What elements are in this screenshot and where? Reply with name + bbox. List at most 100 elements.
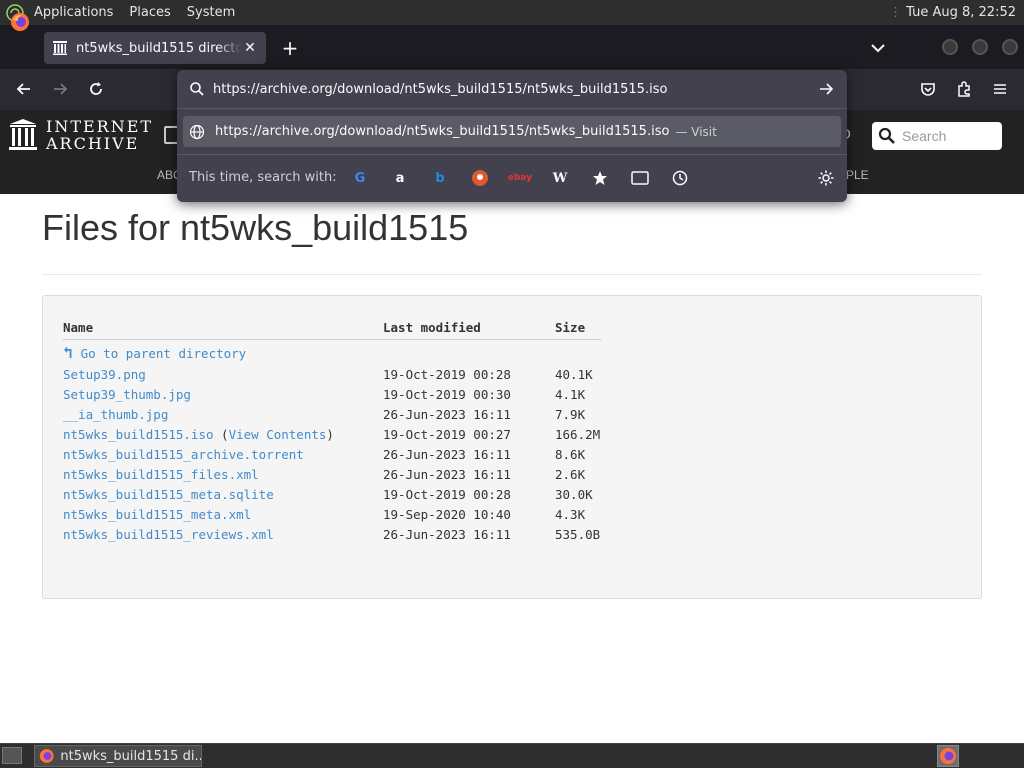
directory-listing: Name Last modified Size ↰ Go to parent di…	[42, 295, 982, 599]
window-maximize-button[interactable]	[972, 39, 988, 55]
parent-directory-link[interactable]: Go to parent directory	[81, 346, 247, 361]
table-row: __ia_thumb.jpg 26-Jun-2023 16:11 7.9K	[63, 404, 601, 424]
amazon-icon[interactable]: a	[391, 169, 409, 187]
file-name-cell: __ia_thumb.jpg	[63, 407, 383, 422]
modified-cell: 26-Jun-2023 16:11	[383, 446, 511, 462]
reload-icon[interactable]	[86, 79, 106, 99]
menu-places[interactable]: Places	[121, 0, 178, 25]
pocket-icon[interactable]	[918, 79, 938, 99]
duckduckgo-icon[interactable]	[471, 169, 489, 187]
window-minimize-button[interactable]	[942, 39, 958, 55]
file-link[interactable]: nt5wks_build1515_meta.sqlite	[63, 487, 274, 502]
globe-icon	[189, 124, 205, 139]
file-link[interactable]: Setup39.png	[63, 367, 146, 382]
modified-cell: 26-Jun-2023 16:11	[383, 526, 511, 542]
size-cell: 4.3K	[555, 506, 586, 522]
tabs-icon[interactable]	[631, 169, 649, 187]
extensions-icon[interactable]	[954, 79, 974, 99]
file-table: Name Last modified Size ↰ Go to parent di…	[63, 316, 601, 544]
ia-nav-people[interactable]: PLE	[846, 168, 869, 182]
modified-cell: 19-Sep-2020 10:40	[383, 506, 511, 522]
file-name-cell: nt5wks_build1515_meta.sqlite	[63, 487, 383, 502]
modified-cell: 19-Oct-2019 00:28	[383, 366, 511, 382]
taskbar-window-title: nt5wks_build1515 di...	[60, 748, 201, 764]
size-cell: 166.2M	[555, 426, 601, 442]
tab-close-icon[interactable]: ✕	[242, 40, 258, 56]
firefox-icon[interactable]	[10, 12, 30, 32]
file-link[interactable]: Setup39_thumb.jpg	[63, 387, 191, 402]
header-modified: Last modified	[383, 320, 481, 335]
url-suggestion[interactable]: https://archive.org/download/nt5wks_buil…	[183, 116, 841, 147]
table-row: nt5wks_build1515_meta.xml 19-Sep-2020 10:…	[63, 504, 601, 524]
top-panel: Applications Places System ⋮ Tue Aug 8, 2…	[0, 0, 1024, 25]
file-link[interactable]: nt5wks_build1515_files.xml	[63, 467, 259, 482]
google-icon[interactable]: G	[351, 169, 369, 187]
page-title: Files for nt5wks_build1515	[42, 207, 469, 248]
size-cell: 8.6K	[555, 446, 586, 462]
size-cell: 4.1K	[555, 386, 586, 402]
divider	[42, 274, 982, 275]
clock[interactable]: ⋮ Tue Aug 8, 22:52	[889, 5, 1024, 20]
file-link[interactable]: nt5wks_build1515_reviews.xml	[63, 527, 274, 542]
file-name-cell: nt5wks_build1515_meta.xml	[63, 507, 383, 522]
tab-list-chevron-icon[interactable]	[866, 36, 890, 60]
divider	[177, 154, 847, 155]
modified-cell: 19-Oct-2019 00:30	[383, 386, 511, 402]
file-name-cell: Setup39_thumb.jpg	[63, 387, 383, 402]
file-name-cell: nt5wks_build1515_archive.torrent	[63, 447, 383, 462]
taskbar-window-button[interactable]: nt5wks_build1515 di...	[34, 745, 202, 767]
go-arrow-icon[interactable]	[817, 80, 835, 98]
bing-icon[interactable]: b	[431, 169, 449, 187]
urlbar-popup: https://archive.org/download/nt5wks_buil…	[177, 70, 847, 202]
new-tab-button[interactable]: +	[278, 36, 302, 60]
ia-search-input[interactable]	[902, 128, 998, 144]
gear-icon[interactable]	[817, 169, 835, 187]
hamburger-menu-icon[interactable]	[990, 79, 1010, 99]
parent-directory-row: ↰ Go to parent directory	[63, 340, 601, 364]
modified-cell: 26-Jun-2023 16:11	[383, 466, 511, 482]
forward-arrow-icon[interactable]	[50, 79, 70, 99]
suggestion-action: — Visit	[675, 124, 717, 139]
header-name: Name	[63, 320, 94, 335]
firefox-icon	[39, 749, 54, 763]
size-cell: 2.6K	[555, 466, 586, 482]
menu-system[interactable]: System	[179, 0, 243, 25]
file-link[interactable]: nt5wks_build1515_archive.torrent	[63, 447, 304, 462]
modified-cell: 19-Oct-2019 00:28	[383, 486, 511, 502]
modified-cell: 19-Oct-2019 00:27	[383, 426, 511, 442]
suggestion-url: https://archive.org/download/nt5wks_buil…	[215, 124, 670, 139]
ebay-icon[interactable]: ebay	[508, 169, 532, 187]
table-header: Name Last modified Size	[63, 316, 601, 340]
table-row: Setup39.png 19-Oct-2019 00:28 40.1K	[63, 364, 601, 384]
file-link[interactable]: nt5wks_build1515_meta.xml	[63, 507, 251, 522]
modified-cell: 26-Jun-2023 16:11	[383, 406, 511, 422]
table-row: nt5wks_build1515_meta.sqlite 19-Oct-2019 …	[63, 484, 601, 504]
file-name-cell: nt5wks_build1515_files.xml	[63, 467, 383, 482]
file-link[interactable]: nt5wks_build1515.iso	[63, 427, 214, 442]
size-cell: 7.9K	[555, 406, 586, 422]
tray-firefox-icon[interactable]	[937, 745, 959, 767]
bookmarks-star-icon[interactable]	[591, 169, 609, 187]
wikipedia-icon[interactable]: W	[551, 169, 569, 187]
ia-temple-icon	[9, 119, 37, 150]
file-link[interactable]: __ia_thumb.jpg	[63, 407, 168, 422]
table-row: nt5wks_build1515_files.xml 26-Jun-2023 16…	[63, 464, 601, 484]
divider	[177, 108, 847, 109]
ia-logo-line1: INTERNET	[46, 117, 154, 136]
search-icon	[190, 82, 204, 96]
header-size: Size	[555, 320, 586, 335]
show-desktop-icon[interactable]	[2, 747, 22, 764]
url-input[interactable]	[213, 78, 813, 100]
search-with-label: This time, search with:	[189, 170, 337, 185]
history-clock-icon[interactable]	[671, 169, 689, 187]
ia-logo[interactable]: INTERNET ARCHIVE	[8, 118, 153, 152]
ia-search-box[interactable]	[872, 122, 1002, 150]
file-name-cell: nt5wks_build1515.iso (View Contents)	[63, 427, 383, 442]
tab-active[interactable]: nt5wks_build1515 directory listing ✕	[44, 32, 266, 64]
window-close-button[interactable]	[1002, 39, 1018, 55]
paren: (	[213, 426, 229, 442]
back-arrow-icon[interactable]	[14, 79, 34, 99]
menu-applications[interactable]: Applications	[26, 0, 121, 25]
file-name-cell: nt5wks_build1515_reviews.xml	[63, 527, 383, 542]
view-contents-link[interactable]: View Contents	[229, 427, 327, 442]
